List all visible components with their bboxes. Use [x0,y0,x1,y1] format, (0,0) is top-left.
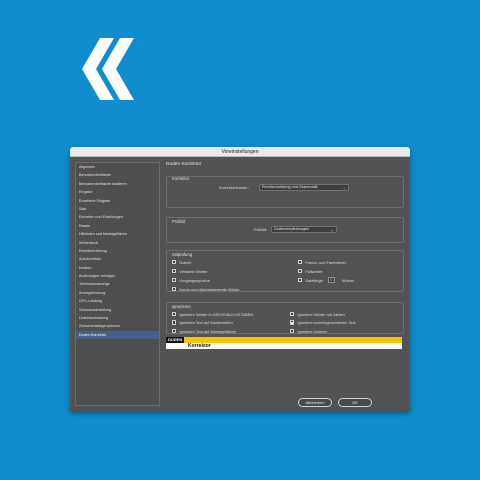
stilpruefung-group: Stilprüfung Dialekt Veraltete Wörter Umg… [166,250,404,292]
checkbox-box[interactable] [290,311,295,317]
sidebar-item-hilfslinien[interactable]: Hilfslinien und Montagefläche [76,230,159,238]
sidebar-item-zwischenablage[interactable]: Zwischenablageoptionen [76,322,159,330]
sidebar-item-ui-skalieren[interactable]: Benutzeroberfläche skalieren [76,180,159,188]
checkbox-box[interactable] [172,268,177,274]
cancel-button[interactable]: Abbrechen [298,398,332,407]
pruefstil-select[interactable]: Dudenempfehlungen ⌄ [271,225,337,233]
checkbox-label: Ignoriere Notizen [297,328,328,334]
checkbox-label: Fremd- und Fachwörter [305,259,347,265]
sidebar-item-allgemein[interactable]: Allgemein [76,163,159,171]
checkbox-label: Derbe und diskriminierende Wörter [179,286,240,292]
checkbox-box[interactable] [172,320,177,325]
checkbox-label: Umgangssprache [179,277,210,283]
checkbox-box[interactable] [172,259,177,265]
ignore-pasteboard-checkbox[interactable]: Ignoriere Text auf Montagefläche [172,328,236,334]
stilpruefung-title: Stilprüfung [172,252,193,257]
settings-panel: Duden Korrektor Korrektur Korrekturfenst… [166,162,404,407]
chevron-down-icon: ⌄ [330,226,334,232]
sidebar-item-duden-korrektor[interactable]: Duden Korrektor [76,330,159,340]
umgangssprache-checkbox[interactable]: Umgangssprache [172,277,210,283]
checkbox-box[interactable] [172,286,177,292]
pruefstil-title: Prüfstil [172,219,185,224]
checkbox-label: Veraltete Wörter [179,268,208,274]
ok-button[interactable]: OK [338,398,372,407]
sidebar-item-autokorrektur[interactable]: Autokorrektur [76,255,159,263]
checkbox-box[interactable] [298,268,303,274]
sidebar-item-gpu[interactable]: GPU-Leistung [76,297,159,305]
sidebar-item-raster[interactable]: Raster [76,222,159,230]
sidebar-item-benutzeroberflaeche[interactable]: Benutzeroberfläche [76,171,159,179]
checkbox-label: Füllwörter [305,268,323,274]
korrektur-title: Korrektur [172,176,190,181]
duden-logo: DUDEN [166,337,185,343]
chevron-down-icon: ⌄ [342,184,346,190]
korrekturfenster-value: Rechtschreibung und Grammatik [262,184,318,189]
satzlaenge-input[interactable]: 0 [328,277,335,283]
duden-korrektor-banner: DUDEN Korrektor [166,337,402,349]
ignore-master-pages-checkbox[interactable]: Ignoriere Text auf Musterseiten [172,320,233,326]
satzlaenge-unit: Wörter [342,277,354,283]
brand-double-chevron-logo [82,38,134,100]
preferences-dialog: Voreinstellungen Allgemein Benutzeroberf… [70,147,410,412]
fremdwoerter-checkbox[interactable]: Fremd- und Fachwörter [298,259,346,265]
checkbox-box[interactable] [172,277,177,283]
ignore-locked-text-checkbox[interactable]: Ignoriere schreibgeschützten Text [290,320,356,326]
checkbox-box[interactable] [172,311,177,317]
dialog-title: Voreinstellungen [70,147,410,157]
korrekturfenster-label: Korrekturfenster: [219,185,249,190]
sidebar-item-eingabe[interactable]: Eingabe [76,188,159,196]
satzlaenge-label: Satzlänge: [305,277,324,283]
ignore-numbers-checkbox[interactable]: Ignoriere Wörter mit Zahlen [290,311,345,317]
panel-title: Duden Korrektor [166,162,202,167]
checkbox-box[interactable] [290,328,295,334]
derbe-woerter-checkbox[interactable]: Derbe und diskriminierende Wörter [172,286,240,292]
checkbox-label: Dialekt [179,259,192,265]
checkbox-label: Ignoriere Text auf Musterseiten [179,320,233,325]
korrektur-group: Korrektur Korrekturfenster: Rechtschreib… [166,176,404,208]
sidebar-item-aenderungen[interactable]: Änderungen verfolgen [76,272,159,280]
sidebar-item-satz[interactable]: Satz [76,205,159,213]
sidebar-item-woerterbuch[interactable]: Wörterbuch [76,239,159,247]
pruefstil-label: Prüfstil: [254,227,268,232]
sidebar-item-datei[interactable]: Dateihandhabung [76,314,159,322]
veraltete-woerter-checkbox[interactable]: Veraltete Wörter [172,268,208,274]
ignorieren-group: Ignorieren Ignoriere Wörter in GROSSBUCH… [166,302,404,334]
ignorieren-title: Ignorieren [172,304,191,309]
korrekturfenster-select[interactable]: Rechtschreibung und Grammatik ⌄ [259,183,349,191]
checkbox-label: Ignoriere Wörter in GROSSBUCHSTABEN [179,311,254,317]
ignore-caps-checkbox[interactable]: Ignoriere Wörter in GROSSBUCHSTABEN [172,311,253,317]
checkbox-box-checked[interactable] [290,320,295,325]
checkbox-box[interactable] [298,277,303,283]
checkbox-box[interactable] [172,328,177,334]
sidebar-item-notizen[interactable]: Notizen [76,264,159,272]
sidebar-item-einheiten[interactable]: Einheiten und Einteilungen [76,213,159,221]
sidebar-item-textmodus[interactable]: Textmodusanzeige [76,280,159,288]
sidebar-item-erweiterte-eingabe[interactable]: Erweiterte Eingabe [76,197,159,205]
pruefstil-value: Dudenempfehlungen [274,226,310,231]
korrektor-wordmark: Korrektor [188,343,211,349]
satzlaenge-checkbox[interactable]: Satzlänge: [298,277,324,283]
ignore-notes-checkbox[interactable]: Ignoriere Notizen [290,328,327,334]
checkbox-box[interactable] [298,259,303,265]
sidebar-item-anzeigeleistung[interactable]: Anzeigeleistung [76,289,159,297]
pruefstil-group: Prüfstil Prüfstil: Dudenempfehlungen ⌄ [166,217,404,243]
sidebar: Allgemein Benutzeroberfläche Benutzerobe… [75,162,160,406]
dialekt-checkbox[interactable]: Dialekt [172,259,191,265]
sidebar-item-rechtschreibung[interactable]: Rechtschreibung [76,247,159,255]
checkbox-label: Ignoriere Wörter mit Zahlen [297,311,345,317]
checkbox-label: Ignoriere schreibgeschützten Text [297,320,356,325]
sidebar-item-schwarz[interactable]: Schwarzdarstellung [76,306,159,314]
fuellwoerter-checkbox[interactable]: Füllwörter [298,268,322,274]
checkbox-label: Ignoriere Text auf Montagefläche [179,328,236,334]
